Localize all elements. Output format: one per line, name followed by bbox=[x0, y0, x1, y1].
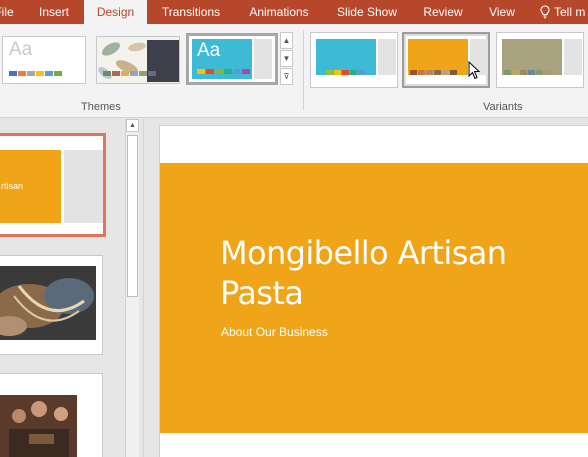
theme-swatches bbox=[9, 71, 62, 76]
theme-side-panel bbox=[254, 39, 272, 79]
tell-me-label: Tell m bbox=[554, 5, 586, 19]
panel-divider bbox=[143, 119, 144, 457]
variants-group-label: Variants bbox=[483, 101, 523, 113]
slide-canvas[interactable]: Mongibello Artisan Pasta About Our Busin… bbox=[159, 125, 588, 457]
ribbon-tab-bar: File Insert Design Transitions Animation… bbox=[0, 0, 588, 24]
tab-animations[interactable]: Animations bbox=[238, 0, 320, 24]
gallery-up-button[interactable]: ▲ bbox=[280, 32, 293, 49]
variant-swatches bbox=[504, 70, 551, 75]
gallery-down-button[interactable]: ▼ bbox=[280, 50, 293, 67]
lightbulb-icon bbox=[540, 5, 550, 19]
slide-title[interactable]: Mongibello Artisan Pasta bbox=[220, 233, 550, 313]
tab-transitions[interactable]: Transitions bbox=[153, 0, 229, 24]
thumb-side-panel bbox=[64, 150, 103, 223]
scrollbar-thumb[interactable] bbox=[127, 135, 138, 297]
slide-thumbnail-2[interactable] bbox=[0, 255, 103, 355]
slide-thumbnail-panel: rtisan ▲ bbox=[0, 119, 143, 457]
slide-panel-scrollbar[interactable]: ▲ bbox=[125, 119, 139, 457]
slide-subtitle[interactable]: About Our Business bbox=[221, 325, 328, 339]
tab-slide-show[interactable]: Slide Show bbox=[330, 0, 404, 24]
variant-3[interactable] bbox=[496, 32, 584, 88]
theme-selected[interactable]: Aa bbox=[186, 33, 278, 85]
theme-office[interactable]: Aa bbox=[2, 36, 86, 84]
tab-file[interactable]: File bbox=[0, 0, 24, 24]
people-photo bbox=[0, 374, 102, 457]
theme-swatches bbox=[197, 69, 250, 74]
tab-view[interactable]: View bbox=[480, 0, 524, 24]
gallery-more-button[interactable]: ⊽ bbox=[280, 68, 293, 85]
variant-swatches bbox=[410, 70, 457, 75]
pasta-photo bbox=[0, 256, 102, 354]
theme-leaf[interactable] bbox=[96, 36, 180, 84]
ribbon-group-divider bbox=[303, 30, 304, 110]
tell-me-search[interactable]: Tell m bbox=[540, 0, 588, 24]
theme-sample-text: Aa bbox=[197, 40, 221, 61]
scroll-up-arrow-icon[interactable]: ▲ bbox=[126, 119, 139, 132]
mouse-cursor-icon bbox=[468, 61, 481, 80]
tab-insert[interactable]: Insert bbox=[31, 0, 77, 24]
themes-group-label: Themes bbox=[81, 101, 121, 113]
thumb-title-text: rtisan bbox=[1, 181, 24, 191]
tab-review[interactable]: Review bbox=[416, 0, 470, 24]
design-ribbon: Aa Aa ▲ ▼ ⊽ Themes Variants bbox=[0, 24, 588, 118]
tab-design[interactable]: Design bbox=[84, 0, 147, 24]
variant-side bbox=[378, 39, 396, 75]
theme-swatches bbox=[103, 71, 156, 76]
variant-side bbox=[564, 39, 582, 75]
theme-sample-text: Aa bbox=[9, 39, 33, 60]
variant-1[interactable] bbox=[310, 32, 398, 88]
slide-thumbnail-3[interactable] bbox=[0, 373, 103, 457]
leaf-pattern-icon bbox=[97, 37, 179, 83]
theme-gallery-scroll: ▲ ▼ ⊽ bbox=[280, 32, 293, 88]
variant-swatches bbox=[318, 70, 365, 75]
slide-thumbnail-1[interactable]: rtisan bbox=[0, 133, 106, 237]
